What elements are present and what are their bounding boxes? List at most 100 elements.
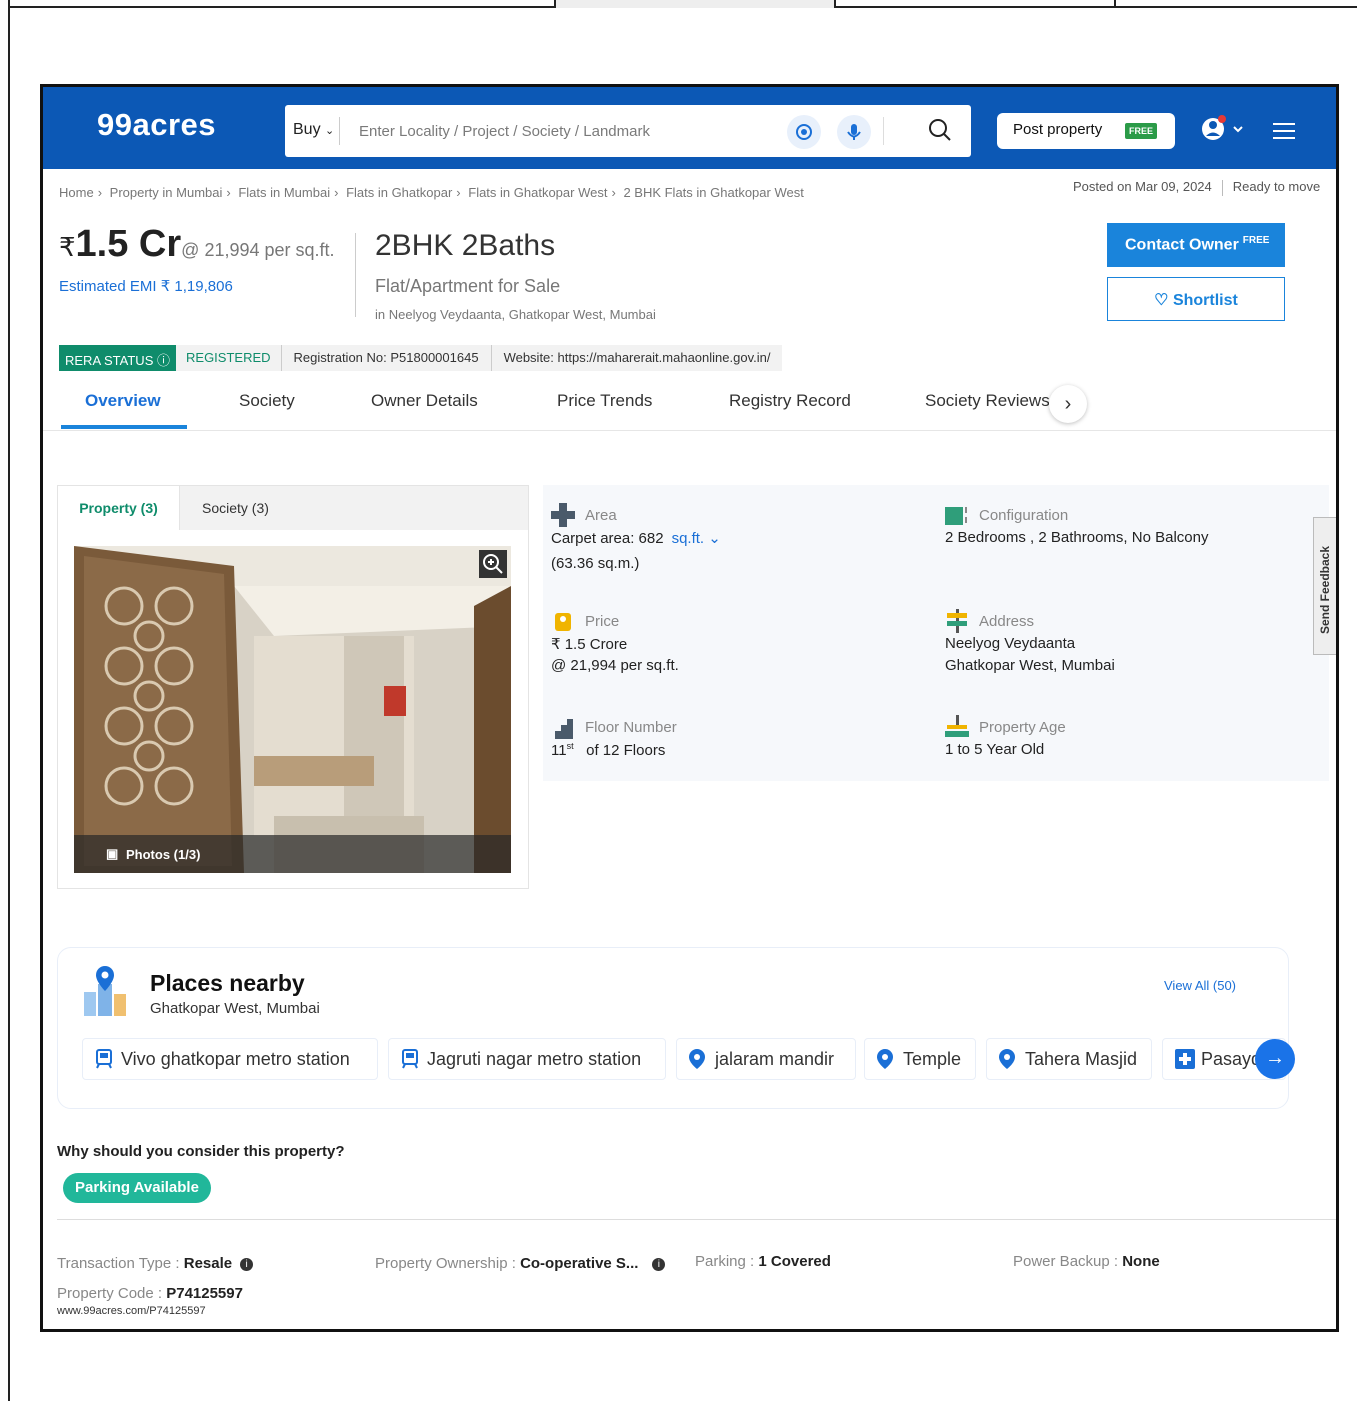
meta-label: Property Ownership :: [375, 1255, 521, 1272]
post-property-label: Post property: [1013, 121, 1103, 138]
chevron-down-icon: ⌄: [708, 530, 721, 547]
top-strip-cell: [554, 0, 834, 8]
breadcrumb-item[interactable]: Flats in Ghatkopar: [346, 185, 452, 200]
detail-floor: Floor Number 11st of 12 Floors: [543, 697, 933, 793]
meta-label: Power Backup :: [1013, 1253, 1123, 1270]
user-menu-button[interactable]: [1201, 115, 1247, 150]
places-subtitle: Ghatkopar West, Mumbai: [150, 1000, 320, 1017]
place-name: jalaram mandir: [715, 1049, 835, 1069]
info-icon[interactable]: i: [240, 1257, 254, 1271]
search-input[interactable]: Enter Locality / Project / Society / Lan…: [359, 123, 650, 140]
heart-icon: ♡: [1154, 292, 1169, 309]
breadcrumb-item[interactable]: Flats in Ghatkopar West: [468, 185, 607, 200]
shortlist-button[interactable]: ♡ Shortlist: [1107, 277, 1285, 321]
info-icon: ⓘ: [157, 353, 171, 368]
photo-caption: ▣ Photos (1/3): [74, 835, 511, 873]
transaction-type: Transaction Type : Resale i: [57, 1255, 254, 1272]
breadcrumb-separator: ›: [97, 185, 103, 200]
tab-society[interactable]: Society: [239, 391, 295, 411]
tab-property-photos[interactable]: Property (3): [58, 486, 180, 530]
property-photo-image: [74, 546, 511, 873]
image-icon: ▣: [106, 846, 119, 861]
buy-dropdown[interactable]: Buy ⌄: [293, 121, 334, 139]
tab-price-trends[interactable]: Price Trends: [557, 391, 652, 411]
tab-society-photos[interactable]: Society (3): [180, 486, 528, 530]
hospital-icon: [1175, 1049, 1195, 1069]
price-block: ₹1.5 Cr@ 21,994 per sq.ft.: [59, 223, 335, 266]
info-icon[interactable]: i: [652, 1257, 666, 1271]
city-location-icon: [84, 966, 126, 1016]
carpet-area: Carpet area: 682: [551, 530, 664, 547]
location-target-icon: [796, 124, 812, 140]
unit-label: sq.ft.: [671, 530, 705, 547]
section-tabs: Overview Society Owner Details Price Tre…: [43, 385, 1336, 431]
place-chip[interactable]: Temple: [864, 1038, 976, 1080]
tab-overview[interactable]: Overview: [85, 391, 161, 411]
tab-owner-details[interactable]: Owner Details: [371, 391, 478, 411]
feedback-label: Send Feedback: [1318, 545, 1332, 634]
hamburger-menu-icon[interactable]: [1273, 123, 1295, 144]
search-button[interactable]: [925, 115, 955, 150]
detail-value-secondary: @ 21,994 per sq.ft.: [551, 657, 679, 674]
place-chip[interactable]: Jagruti nagar metro station: [388, 1038, 666, 1080]
detail-value: 2 Bedrooms , 2 Bathrooms, No Balcony: [945, 529, 1209, 546]
tabs-next-button[interactable]: ›: [1049, 385, 1087, 423]
divider: [339, 117, 340, 145]
breadcrumb-separator: ›: [611, 185, 616, 200]
property-photo[interactable]: ▣ Photos (1/3): [74, 546, 511, 873]
detail-value: Neelyog Veydaanta: [945, 635, 1076, 652]
detail-label: Property Age: [979, 719, 1066, 736]
breadcrumb-item[interactable]: Home: [59, 185, 94, 200]
rera-status-badge[interactable]: RERA STATUS ⓘ: [59, 345, 177, 371]
search-bar: Buy ⌄ Enter Locality / Project / Society…: [285, 105, 971, 157]
active-tab-indicator: [61, 425, 187, 429]
unit-dropdown[interactable]: sq.ft. ⌄: [672, 530, 721, 547]
zoom-in-icon[interactable]: [479, 550, 507, 578]
site-logo[interactable]: 99acres: [97, 107, 216, 143]
detail-label: Price: [585, 613, 620, 630]
voice-search-button[interactable]: [837, 115, 871, 149]
detail-price: Price ₹ 1.5 Crore @ 21,994 per sq.ft.: [543, 591, 933, 687]
search-icon: [929, 119, 951, 141]
places-next-button[interactable]: →: [1255, 1039, 1295, 1079]
locate-me-button[interactable]: [787, 115, 821, 149]
property-url[interactable]: www.99acres.com/P74125597: [57, 1305, 206, 1317]
contact-owner-button[interactable]: Contact Owner FREE: [1107, 223, 1285, 267]
tab-registry-record[interactable]: Registry Record: [729, 391, 851, 411]
divider: [57, 1219, 1336, 1220]
place-chip[interactable]: Tahera Masjid: [986, 1038, 1152, 1080]
floor-total: of 12 Floors: [586, 742, 666, 759]
meta-label: Parking :: [695, 1253, 759, 1270]
place-name: Temple: [903, 1049, 962, 1069]
currency-symbol: ₹: [59, 232, 76, 262]
tab-society-reviews[interactable]: Society Reviews: [925, 391, 1050, 411]
detail-label: Address: [979, 613, 1035, 630]
places-nearby-card: Places nearby Ghatkopar West, Mumbai Vie…: [57, 947, 1289, 1109]
possession-status: Ready to move: [1232, 179, 1321, 194]
map-pin-icon: [877, 1049, 893, 1069]
property-code: Property Code : P74125597: [57, 1285, 243, 1302]
view-all-link[interactable]: View All (50): [1164, 978, 1236, 993]
rera-registration-no: Registration No: P51800001645: [280, 345, 491, 371]
free-tag: FREE: [1242, 235, 1270, 246]
page-top-strip: [8, 0, 1357, 8]
detail-value-secondary: Ghatkopar West, Mumbai: [945, 657, 1115, 674]
detail-value: 1 to 5 Year Old: [945, 741, 1045, 758]
price-amount: 1.5 Cr: [75, 223, 182, 265]
detail-value: ₹ 1.5 Crore: [551, 636, 628, 653]
breadcrumb-separator: ›: [456, 185, 461, 200]
why-consider-heading: Why should you consider this property?: [57, 1143, 345, 1160]
breadcrumb-item[interactable]: Flats in Mumbai: [238, 185, 330, 200]
meta-label: Property Code :: [57, 1285, 167, 1302]
emi-link[interactable]: Estimated EMI ₹ 1,19,806: [59, 277, 233, 295]
area-icon: [551, 503, 575, 527]
buy-label: Buy: [293, 121, 321, 138]
place-chip[interactable]: jalaram mandir: [676, 1038, 856, 1080]
breadcrumb-item[interactable]: Property in Mumbai: [110, 185, 223, 200]
post-property-button[interactable]: Post property FREE: [997, 113, 1175, 149]
top-strip-divider: [834, 0, 836, 8]
place-chip[interactable]: Vivo ghatkopar metro station: [82, 1038, 378, 1080]
configuration-icon: [945, 507, 967, 525]
top-strip-divider: [1114, 0, 1116, 8]
send-feedback-tab[interactable]: Send Feedback: [1313, 517, 1336, 655]
